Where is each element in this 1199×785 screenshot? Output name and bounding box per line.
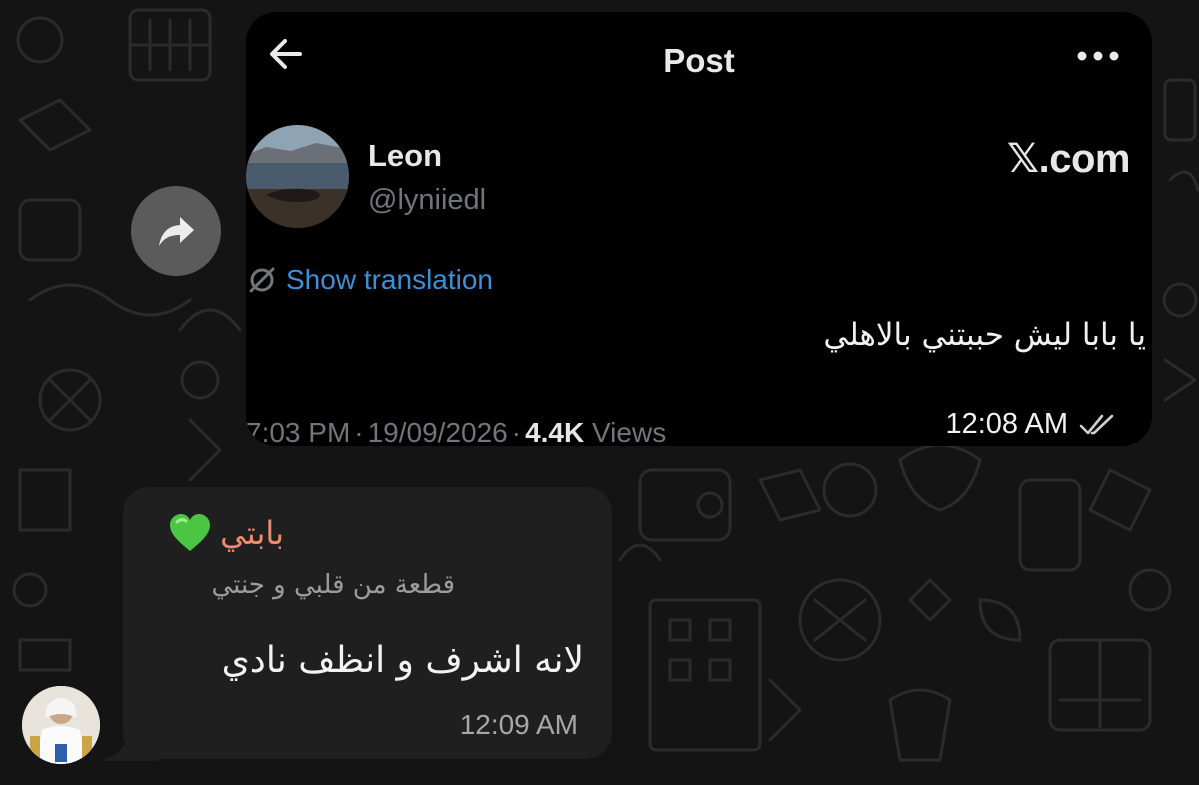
translate-icon (249, 267, 275, 293)
sender-name[interactable]: بابتي (220, 514, 284, 552)
more-icon[interactable] (1076, 50, 1120, 62)
incoming-message-bubble[interactable]: بابتي قطعة من قلبي و جنتي لانه اشرف و ان… (123, 487, 612, 759)
sender-status: قطعة من قلبي و جنتي (211, 570, 455, 600)
show-translation-label: Show translation (286, 264, 494, 295)
double-check-icon (1079, 414, 1114, 434)
post-time: 7:03 PM (246, 417, 351, 446)
meta-separator: · (354, 417, 364, 446)
forwarded-post-image[interactable]: Post Leon @lyniiedl 𝕏.com Show translati… (246, 12, 1152, 446)
post-meta: 7:03 PM · 19/09/2026 · 4.4K Views (246, 417, 666, 446)
author-name[interactable]: Leon (368, 138, 442, 174)
post-header: Post (246, 12, 1152, 92)
author-avatar[interactable] (246, 125, 349, 228)
show-translation-link[interactable]: Show translation (246, 262, 493, 298)
green-heart-icon (170, 514, 211, 551)
brand-logo: 𝕏.com (1006, 137, 1131, 181)
message-text: لانه اشرف و انظف نادي (221, 640, 584, 681)
outgoing-message-status: 12:08 AM (945, 408, 1118, 441)
incoming-message-time: 12:09 AM (459, 709, 578, 740)
author-handle[interactable]: @lyniiedl (368, 184, 486, 217)
post-title: Post (663, 42, 735, 79)
meta-separator: · (511, 417, 522, 446)
views-label: Views (592, 417, 667, 446)
outgoing-message-time: 12:08 AM (945, 408, 1068, 440)
post-date: 19/09/2026 (367, 417, 508, 446)
sender-avatar[interactable] (22, 686, 100, 764)
forward-icon (159, 217, 194, 246)
views-count: 4.4K (525, 417, 585, 446)
post-text: يا بابا ليش حببتني بالاهلي (823, 317, 1146, 353)
sender-name-row[interactable]: بابتي (168, 513, 284, 553)
forward-button[interactable] (131, 186, 221, 276)
